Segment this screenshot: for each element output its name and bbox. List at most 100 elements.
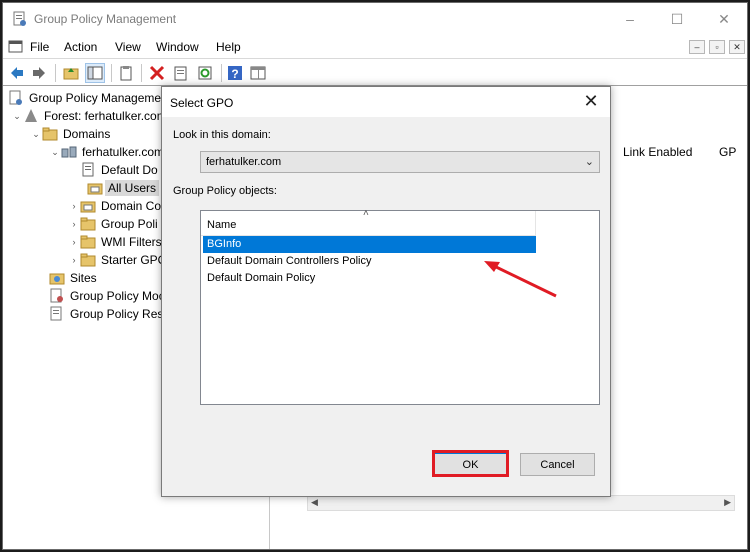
domain-icon [61,146,77,158]
dialog-title-bar: Select GPO ✕ [162,87,610,117]
tree-item-label: Forest: ferhatulker.com [44,109,167,123]
chevron-right-icon[interactable]: › [68,201,80,211]
scroll-left-icon[interactable]: ◀ [311,497,318,508]
column-header-link-enabled[interactable]: Link Enabled [623,145,692,159]
tree-item-wmi-filters[interactable]: › WMI Filters [68,233,162,251]
menu-action[interactable]: Action [64,40,97,54]
scroll-right-icon[interactable]: ▶ [724,497,731,508]
back-button[interactable] [7,63,27,83]
results-icon [50,306,62,321]
tree-item-domain-controllers[interactable]: › Domain Co [68,197,162,215]
back-icon [11,67,23,79]
tree-item-starter-gpos[interactable]: › Starter GPO [68,251,168,269]
domain-label: Look in this domain: [173,129,271,141]
properties-button[interactable] [116,63,136,83]
minimize-icon: – [694,42,700,52]
menu-file[interactable]: File [30,40,49,54]
console-menu-icon[interactable] [8,39,24,55]
dialog-close-button[interactable]: ✕ [580,91,602,113]
menu-window[interactable]: Window [156,40,199,54]
tree-item-default-domain-policy[interactable]: Default Do [80,161,158,179]
up-folder-button[interactable] [61,63,81,83]
tree-item-group-policy-objects[interactable]: › Group Poli [68,215,158,233]
forest-icon [25,109,37,122]
chevron-down-icon[interactable]: ⌄ [585,155,594,168]
console-view-button[interactable] [248,63,268,83]
tree-item-label: Default Do [101,163,158,177]
tree-item-domains[interactable]: ⌄ Domains [30,125,110,143]
menu-help[interactable]: Help [216,40,241,54]
chevron-down-icon[interactable]: ⌄ [49,147,61,158]
forward-button[interactable] [29,63,49,83]
chevron-down-icon[interactable]: ⌄ [30,129,42,140]
toolbar-separator [221,64,222,82]
select-gpo-dialog: Select GPO ✕ Look in this domain: ferhat… [161,86,611,497]
domain-select-value: ferhatulker.com [206,156,282,168]
properties-icon [120,66,132,81]
close-icon: ✕ [583,91,599,111]
maximize-icon: ☐ [670,10,684,27]
gpo-list[interactable]: ˄ Name BGInfo Default Domain Controllers… [200,208,600,405]
refresh-icon [198,66,212,80]
tree-item-label: Group Policy Manageme [29,91,162,105]
chevron-right-icon[interactable]: › [68,219,80,229]
tree-item-label: Starter GPO [101,253,168,267]
ok-button-highlight [432,450,509,477]
show-tree-button[interactable] [85,63,105,83]
help-icon: ? [228,66,242,81]
forward-icon [33,67,45,79]
maximize-button[interactable]: ☐ [654,3,700,35]
tree-item-label: WMI Filters [101,235,162,249]
gpo-item-default-dc-policy[interactable]: Default Domain Controllers Policy [203,253,536,270]
chevron-down-icon[interactable]: ⌄ [11,111,23,122]
gpo-item-default-domain-policy[interactable]: Default Domain Policy [203,270,536,287]
tree-item-sites[interactable]: Sites [49,269,97,287]
gpm-app-icon [13,11,26,26]
tree-item-label: Group Policy Moc [70,289,165,303]
tree-item-label: Group Policy Resu [70,307,171,321]
export-button[interactable] [171,63,191,83]
horizontal-scrollbar[interactable]: ◀ ▶ [307,495,735,511]
folder-icon [42,127,58,141]
export-icon [174,66,187,81]
mdi-restore-button[interactable]: ▫ [709,40,725,54]
toolbar-separator [55,64,56,82]
sort-ascending-icon: ˄ [363,208,369,219]
tree-item-gp-results[interactable]: Group Policy Resu [49,305,170,323]
title-bar: Group Policy Management – ☐ ✕ [3,3,747,35]
up-folder-icon [63,68,79,80]
toolbar-separator [111,64,112,82]
close-window-button[interactable]: ✕ [701,3,747,35]
mdi-close-button[interactable]: ✕ [729,40,745,54]
chevron-right-icon[interactable]: › [68,237,80,247]
tree-item-label: Group Poli [101,217,158,231]
tree-item-all-users[interactable]: All Users [87,179,160,197]
ou-icon [87,183,103,195]
gpo-item-bginfo[interactable]: BGInfo [203,236,536,253]
domain-select[interactable]: ferhatulker.com ⌄ [200,151,600,173]
gpm-icon [9,90,22,105]
column-header-name[interactable]: ˄ Name [201,208,536,236]
minimize-button[interactable]: – [607,3,653,35]
cancel-button[interactable]: Cancel [520,453,595,476]
close-icon: ✕ [733,41,741,52]
restore-icon: ▫ [715,42,719,52]
refresh-button[interactable] [195,63,215,83]
column-header-label: Name [207,219,237,231]
help-button[interactable]: ? [225,63,245,83]
tree-item-domain[interactable]: ⌄ ferhatulker.com [49,143,164,161]
tree-item-gpm-root[interactable]: Group Policy Manageme [8,89,161,107]
chevron-right-icon[interactable]: › [68,255,80,265]
menu-view[interactable]: View [115,40,141,54]
column-header-gpo[interactable]: GP [719,145,736,159]
tree-item-label: Domains [63,127,111,141]
tree-item-forest[interactable]: ⌄ Forest: ferhatulker.com [11,107,167,125]
tree-item-gp-modeling[interactable]: Group Policy Moc [49,287,165,305]
delete-button[interactable] [147,63,167,83]
dialog-title: Select GPO [170,96,234,110]
gpo-list-label: Group Policy objects: [173,185,277,197]
tree-item-label: Domain Co [101,199,162,213]
minimize-icon: – [626,11,634,27]
tree-item-label: Sites [70,271,97,285]
mdi-minimize-button[interactable]: – [689,40,705,54]
